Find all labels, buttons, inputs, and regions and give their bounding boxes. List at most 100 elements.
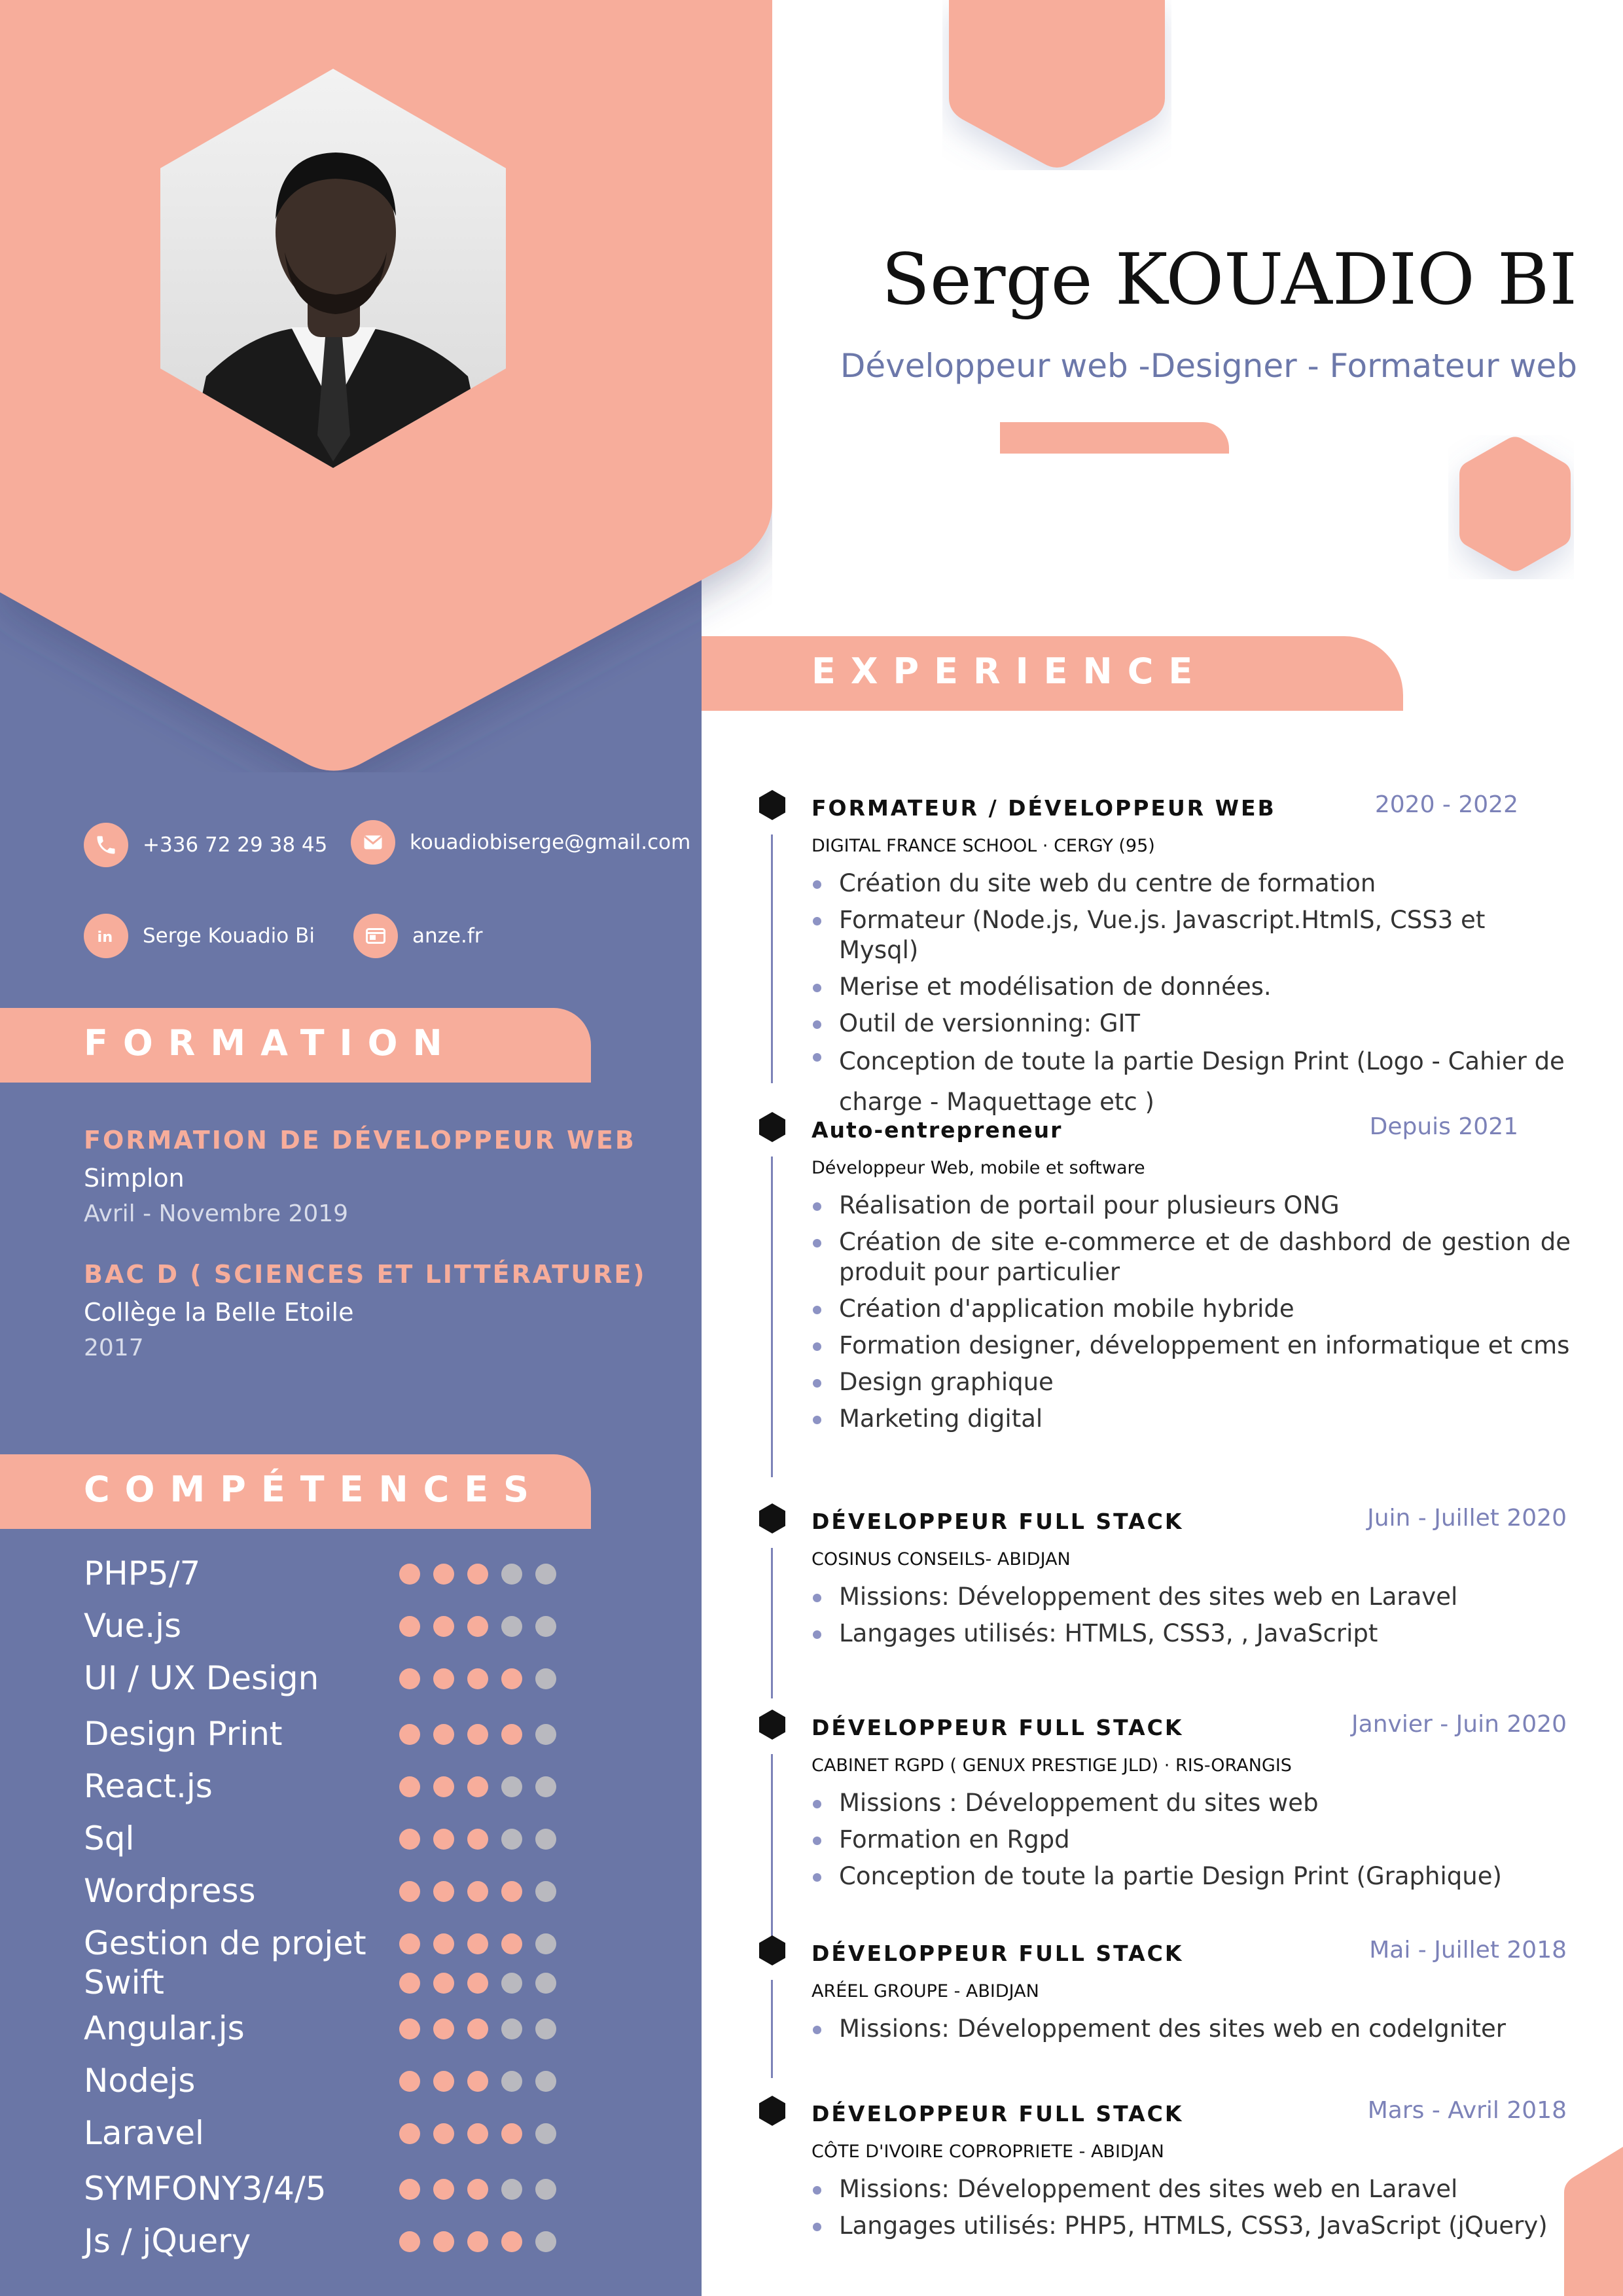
skill-dot-filled <box>399 1564 420 1585</box>
job-date: Juin - Juillet 2020 <box>1367 1505 1567 1532</box>
skill-level-dots <box>399 1829 556 1850</box>
job-bullets: Missions: Développement des sites web en… <box>812 1582 1571 1655</box>
browser-icon <box>353 914 398 958</box>
job-bullets: Création du site web du centre de format… <box>812 869 1571 1129</box>
job-company: ARÉEL GROUPE - ABIDJAN <box>812 1981 1039 2001</box>
job-bullet: Missions: Développement des sites web en… <box>812 2174 1571 2204</box>
skill-level-dots <box>399 2071 556 2092</box>
job-bullet: Missions: Développement des sites web en… <box>812 2014 1571 2044</box>
skill-dot-filled <box>433 2123 454 2144</box>
skill-dot-empty <box>535 2018 556 2039</box>
skill-name: Vue.js <box>84 1607 182 1645</box>
skill-dot-filled <box>399 2179 420 2200</box>
formation-banner: FORMATION <box>0 1008 591 1083</box>
job-date: Mai - Juillet 2018 <box>1369 1937 1567 1964</box>
skill-dot-filled <box>433 1668 454 1689</box>
job-title: DÉVELOPPEUR FULL STACK <box>812 1941 1184 1966</box>
skill-row: UI / UX Design <box>84 1659 620 1698</box>
job-bullet: Réalisation de portail pour plusieurs ON… <box>812 1191 1571 1221</box>
skill-row: Swift <box>84 1964 620 2003</box>
job-company: COSINUS CONSEILS- ABIDJAN <box>812 1549 1071 1570</box>
job-bullet: Missions: Développement des sites web en… <box>812 1582 1571 1612</box>
job-bullet: Création du site web du centre de format… <box>812 869 1571 899</box>
contact-linkedin[interactable]: in Serge Kouadio Bi <box>84 914 315 958</box>
job-bullet: Design graphique <box>812 1367 1571 1397</box>
skill-dot-filled <box>467 2231 488 2252</box>
candidate-role: Développeur web -Designer - Formateur we… <box>840 347 1577 385</box>
contact-website[interactable]: anze.fr <box>353 914 483 958</box>
skill-name: Nodejs <box>84 2062 196 2100</box>
timeline-line <box>771 834 773 1083</box>
job-date: 2020 - 2022 <box>1374 791 1518 818</box>
phone-icon <box>84 823 128 867</box>
skill-level-dots <box>399 2018 556 2039</box>
skill-dot-empty <box>535 2123 556 2144</box>
skill-level-dots <box>399 2123 556 2144</box>
skill-dot-empty <box>535 1616 556 1637</box>
skill-dot-filled <box>399 1933 420 1954</box>
formation-item: BAC D ( SCIENCES ET LITTÉRATURE) Collège… <box>84 1260 660 1361</box>
skill-dot-empty <box>535 1829 556 1850</box>
hexagon-icon <box>759 2096 785 2126</box>
skill-dot-empty <box>535 1881 556 1902</box>
skill-level-dots <box>399 1564 556 1585</box>
skill-dot-filled <box>433 1881 454 1902</box>
job-bullets: Réalisation de portail pour plusieurs ON… <box>812 1191 1571 1441</box>
job-bullets: Missions : Développement du sites web For… <box>812 1788 1571 1898</box>
skill-dot-filled <box>399 2231 420 2252</box>
skill-name: Swift <box>84 1964 164 2001</box>
skill-level-dots <box>399 1616 556 1637</box>
profile-photo <box>160 69 506 468</box>
svg-text:in: in <box>98 929 113 946</box>
skill-dot-empty <box>535 1668 556 1689</box>
skill-name: Design Print <box>84 1715 283 1753</box>
skill-dot-filled <box>433 1616 454 1637</box>
skill-dot-empty <box>535 1973 556 1994</box>
skill-level-dots <box>399 2179 556 2200</box>
hexagon-icon <box>759 1112 785 1142</box>
skill-dot-filled <box>399 1724 420 1745</box>
decorative-hexagon-top <box>949 0 1165 168</box>
skill-name: Gestion de projet <box>84 1924 366 1962</box>
skill-dot-empty <box>501 2179 522 2200</box>
skill-name: SYMFONY3/4/5 <box>84 2170 327 2208</box>
hexagon-icon <box>759 1935 785 1965</box>
skill-dot-filled <box>399 1616 420 1637</box>
skill-dot-filled <box>467 2018 488 2039</box>
skill-dot-empty <box>501 1776 522 1797</box>
skill-name: Laravel <box>84 2114 204 2152</box>
skill-dot-empty <box>535 1933 556 1954</box>
formation-heading: FORMATION <box>84 1022 457 1064</box>
job-title: DÉVELOPPEUR FULL STACK <box>812 1715 1184 1740</box>
skill-dot-filled <box>433 1776 454 1797</box>
job-bullet: Merise et modélisation de données. <box>812 972 1571 1002</box>
hexagon-icon <box>759 790 785 820</box>
job-title: DÉVELOPPEUR FULL STACK <box>812 2101 1184 2126</box>
skill-level-dots <box>399 1933 556 1954</box>
job-title: DÉVELOPPEUR FULL STACK <box>812 1509 1184 1534</box>
skill-level-dots <box>399 1881 556 1902</box>
formation-school: Simplon <box>84 1164 185 1193</box>
skill-dot-filled <box>467 1933 488 1954</box>
job-date: Mars - Avril 2018 <box>1367 2097 1567 2124</box>
formation-title: BAC D ( SCIENCES ET LITTÉRATURE) <box>84 1260 647 1289</box>
skill-dot-filled <box>501 1668 522 1689</box>
skill-dot-filled <box>467 2071 488 2092</box>
skill-dot-empty <box>501 1564 522 1585</box>
formation-title: FORMATION DE DÉVELOPPEUR WEB <box>84 1126 636 1155</box>
job-bullet: Création de site e-commerce et de dashbo… <box>812 1227 1571 1287</box>
job-bullet: Marketing digital <box>812 1404 1571 1434</box>
contact-phone[interactable]: +336 72 29 38 45 <box>84 823 327 867</box>
skill-dot-filled <box>399 1973 420 1994</box>
skill-row: SYMFONY3/4/5 <box>84 2170 620 2209</box>
formation-date: Avril - Novembre 2019 <box>84 1200 349 1227</box>
skill-dot-empty <box>501 2071 522 2092</box>
skill-dot-empty <box>535 1724 556 1745</box>
skill-dot-filled <box>399 2123 420 2144</box>
skill-level-dots <box>399 1973 556 1994</box>
skill-dot-empty <box>535 2231 556 2252</box>
job-title: Auto-entrepreneur <box>812 1117 1063 1143</box>
contact-email[interactable]: kouadiobiserge@gmail.com <box>351 820 690 865</box>
skill-level-dots <box>399 1776 556 1797</box>
skill-dot-empty <box>535 2179 556 2200</box>
